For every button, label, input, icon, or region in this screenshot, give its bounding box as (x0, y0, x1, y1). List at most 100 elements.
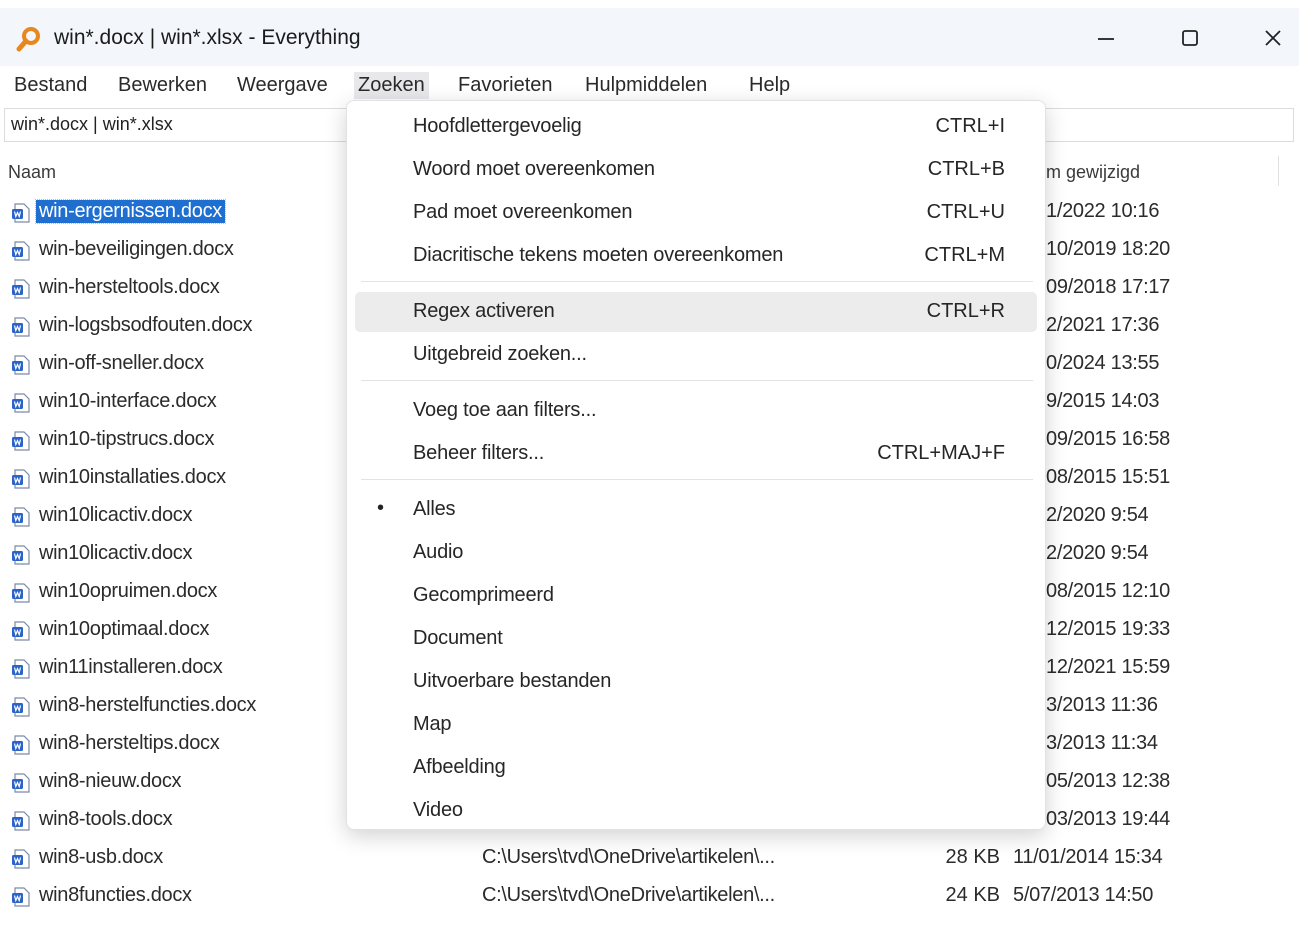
file-name: win-logsbsodfouten.docx (39, 314, 253, 336)
menuitem-filter-map[interactable]: Map (355, 705, 1037, 745)
file-date-modified: 11/01/2014 15:34 (1013, 846, 1163, 868)
file-name: win-beveiligingen.docx (39, 238, 234, 260)
file-date-modified: 0/2024 13:55 (1046, 352, 1160, 374)
menu-hulpmiddelen[interactable]: Hulpmiddelen (581, 72, 711, 99)
file-date-modified: 3/2013 11:36 (1046, 694, 1158, 716)
file-name: win8-nieuw.docx (39, 770, 182, 792)
menu-bestand[interactable]: Bestand (10, 72, 91, 99)
word-document-icon (12, 279, 30, 299)
minimize-button[interactable] (1078, 18, 1134, 58)
menuitem-label: Regex activeren (413, 300, 555, 322)
menuitem-filter-video[interactable]: Video (355, 791, 1037, 831)
menuitem-hoofdlettergevoelig[interactable]: Hoofdlettergevoelig CTRL+I (355, 107, 1037, 147)
file-date-modified: 12/2021 15:59 (1046, 656, 1171, 678)
menuitem-label: Voeg toe aan filters... (413, 399, 597, 421)
column-divider[interactable] (1278, 156, 1279, 186)
file-date-modified: 08/2015 15:51 (1046, 466, 1171, 488)
word-document-icon (12, 241, 30, 261)
menuitem-filter-gecomprimeerd[interactable]: Gecomprimeerd (355, 576, 1037, 616)
file-row[interactable]: win8functies.docx C:\Users\tvd\OneDrive\a… (0, 878, 1299, 916)
file-name: win10opruimen.docx (39, 580, 218, 602)
menuitem-filter-audio[interactable]: Audio (355, 533, 1037, 573)
everything-magnifier-icon (16, 27, 40, 52)
file-name: win10-tipstrucs.docx (39, 428, 215, 450)
file-date-modified: 08/2015 12:10 (1046, 580, 1171, 602)
menuitem-shortcut: CTRL+U (926, 201, 1005, 223)
menuitem-shortcut: CTRL+M (924, 244, 1005, 266)
menuitem-filter-uitvoerbare-bestanden[interactable]: Uitvoerbare bestanden (355, 662, 1037, 702)
file-date-modified: 2/2020 9:54 (1046, 542, 1149, 564)
word-document-icon (12, 697, 30, 717)
menuitem-shortcut: CTRL+B (927, 158, 1005, 180)
word-document-icon (12, 621, 30, 641)
title-bar: win*.docx | win*.xlsx - Everything (0, 8, 1299, 66)
menuitem-label: Uitgebreid zoeken... (413, 343, 587, 365)
menu-bewerken[interactable]: Bewerken (114, 72, 211, 99)
menu-weergave[interactable]: Weergave (233, 72, 332, 99)
file-size: 28 KB (945, 846, 1000, 868)
menuitem-filter-document[interactable]: Document (355, 619, 1037, 659)
column-date-header[interactable]: m gewijzigd (1046, 162, 1140, 183)
search-input[interactable] (11, 114, 341, 135)
menu-favorieten[interactable]: Favorieten (454, 72, 557, 99)
maximize-icon (1182, 30, 1198, 46)
menuitem-woord-overeenkomen[interactable]: Woord moet overeenkomen CTRL+B (355, 150, 1037, 190)
close-button[interactable] (1245, 18, 1299, 58)
word-document-icon (12, 317, 30, 337)
menuitem-pad-overeenkomen[interactable]: Pad moet overeenkomen CTRL+U (355, 193, 1037, 233)
maximize-button[interactable] (1162, 18, 1218, 58)
file-date-modified: 09/2018 17:17 (1046, 276, 1171, 298)
file-name: win-ergernissen.docx (35, 199, 226, 224)
menuitem-filter-afbeelding[interactable]: Afbeelding (355, 748, 1037, 788)
menuitem-regex-activeren[interactable]: Regex activeren CTRL+R (355, 292, 1037, 332)
menu-separator (361, 479, 1033, 480)
menuitem-label: Pad moet overeenkomen (413, 201, 633, 223)
word-document-icon (12, 735, 30, 755)
word-document-icon (12, 469, 30, 489)
menu-separator (361, 380, 1033, 381)
file-date-modified: 3/2013 11:34 (1046, 732, 1158, 754)
menuitem-voeg-toe-filters[interactable]: Voeg toe aan filters... (355, 391, 1037, 431)
word-document-icon (12, 431, 30, 451)
window-title: win*.docx | win*.xlsx - Everything (54, 26, 361, 49)
word-document-icon (12, 773, 30, 793)
zoeken-dropdown-menu: Hoofdlettergevoelig CTRL+I Woord moet ov… (346, 100, 1046, 830)
file-name: win-hersteltools.docx (39, 276, 220, 298)
menu-zoeken[interactable]: Zoeken (354, 72, 429, 99)
menuitem-shortcut: CTRL+I (935, 115, 1005, 137)
file-name: win-off-sneller.docx (39, 352, 204, 374)
file-name: win8-usb.docx (39, 846, 163, 868)
file-name: win8-herstelfuncties.docx (39, 694, 257, 716)
word-document-icon (12, 203, 30, 223)
menuitem-uitgebreid-zoeken[interactable]: Uitgebreid zoeken... (355, 335, 1037, 375)
menuitem-label: Gecomprimeerd (413, 584, 554, 606)
column-name-header[interactable]: Naam (8, 162, 56, 183)
file-date-modified: 2/2021 17:36 (1046, 314, 1160, 336)
menuitem-label: Afbeelding (413, 756, 506, 778)
file-path: C:\Users\tvd\OneDrive\artikelen\... (482, 846, 775, 868)
word-document-icon (12, 887, 30, 907)
menuitem-label: Diacritische tekens moeten overeenkomen (413, 244, 784, 266)
file-name: win10licactiv.docx (39, 542, 193, 564)
file-date-modified: 03/2013 19:44 (1046, 808, 1171, 830)
menuitem-label: Hoofdlettergevoelig (413, 115, 582, 137)
file-name: win10installaties.docx (39, 466, 226, 488)
word-document-icon (12, 507, 30, 527)
file-name: win10optimaal.docx (39, 618, 210, 640)
menuitem-filter-alles[interactable]: • Alles (355, 490, 1037, 530)
file-row[interactable]: win8-usb.docx C:\Users\tvd\OneDrive\artik… (0, 840, 1299, 878)
menu-help[interactable]: Help (745, 72, 794, 99)
file-date-modified: 5/07/2013 14:50 (1013, 884, 1154, 906)
file-date-modified: 12/2015 19:33 (1046, 618, 1171, 640)
menu-separator (361, 281, 1033, 282)
word-document-icon (12, 583, 30, 603)
word-document-icon (12, 355, 30, 375)
menuitem-diacritische-tekens[interactable]: Diacritische tekens moeten overeenkomen … (355, 236, 1037, 276)
file-name: win8-tools.docx (39, 808, 173, 830)
word-document-icon (12, 659, 30, 679)
menuitem-shortcut: CTRL+MAJ+F (877, 442, 1005, 464)
word-document-icon (12, 811, 30, 831)
file-date-modified: 09/2015 16:58 (1046, 428, 1171, 450)
menuitem-beheer-filters[interactable]: Beheer filters... CTRL+MAJ+F (355, 434, 1037, 474)
file-name: win10licactiv.docx (39, 504, 193, 526)
